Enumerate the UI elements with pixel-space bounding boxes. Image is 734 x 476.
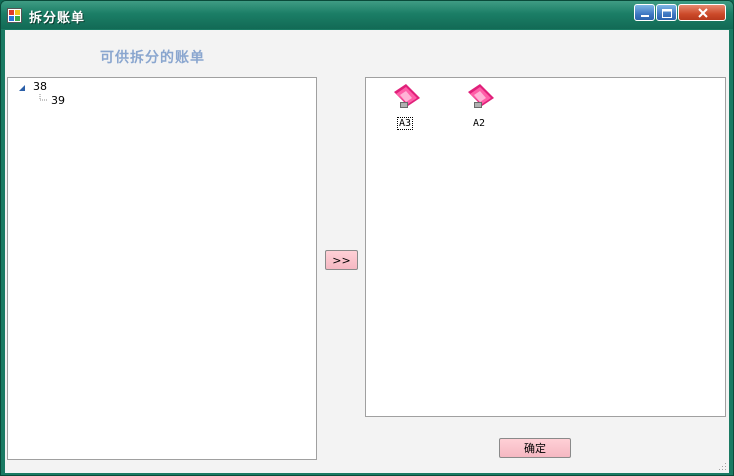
close-icon: [698, 8, 708, 18]
bill-tree-view[interactable]: 38 39: [7, 77, 317, 460]
confirm-button[interactable]: 确定: [499, 438, 571, 458]
bill-item-a2[interactable]: A2: [459, 82, 499, 134]
app-window: 拆分账单 可供拆分的账单 38 39 >> A3 A2 确定: [0, 0, 734, 476]
tree-expander-icon[interactable]: [17, 83, 27, 93]
maximize-button[interactable]: [656, 4, 677, 21]
bill-list-view[interactable]: A3 A2: [365, 77, 726, 417]
tree-connector-icon: [39, 94, 48, 101]
pink-bill-icon: [394, 84, 420, 108]
pink-bill-icon: [468, 84, 494, 108]
resize-grip-icon[interactable]: [717, 461, 727, 471]
minimize-button[interactable]: [634, 4, 655, 21]
app-icon: [7, 8, 22, 23]
client-area: 可供拆分的账单 38 39 >> A3 A2 确定: [5, 30, 729, 473]
move-right-button[interactable]: >>: [325, 250, 358, 270]
window-title: 拆分账单: [29, 11, 86, 26]
bill-item-a3[interactable]: A3: [385, 82, 425, 134]
title-bar[interactable]: 拆分账单: [1, 1, 733, 29]
maximize-icon: [662, 9, 672, 18]
tree-node-38[interactable]: 38: [33, 80, 47, 93]
bill-label: A2: [472, 118, 486, 129]
minimize-icon: [641, 15, 649, 17]
close-button[interactable]: [678, 4, 726, 21]
tree-node-39[interactable]: 39: [51, 94, 65, 107]
bill-label: A3: [396, 117, 414, 130]
available-bills-label: 可供拆分的账单: [100, 50, 205, 66]
